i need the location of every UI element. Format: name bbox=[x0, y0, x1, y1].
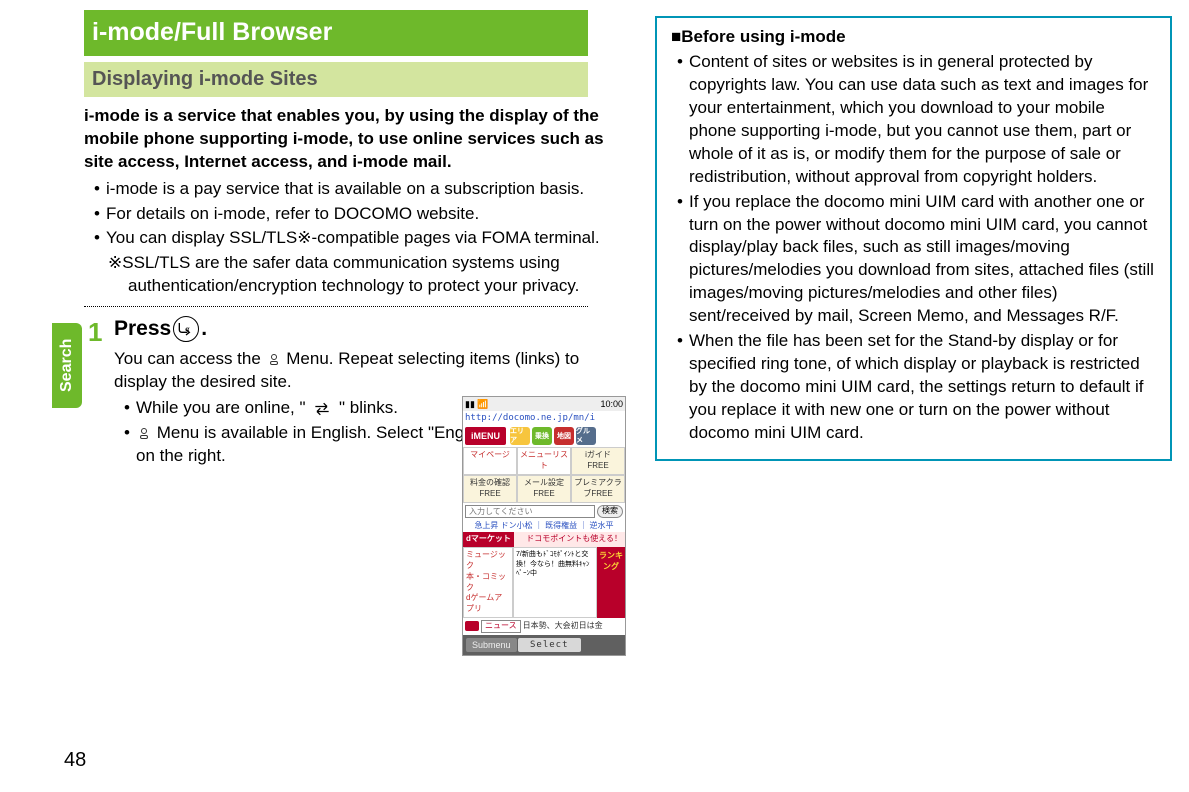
category-icon: エリア bbox=[510, 427, 530, 445]
imenu-button: iMENU bbox=[465, 427, 506, 445]
divider bbox=[84, 306, 588, 307]
right-callout-box: ■Before using i-mode • Content of sites … bbox=[655, 16, 1172, 461]
step-title: Press α . bbox=[114, 315, 627, 343]
bullet-dot: • bbox=[124, 397, 136, 420]
bullet-dot: • bbox=[677, 191, 689, 329]
d-market-label: dマーケット bbox=[463, 532, 514, 547]
phone-url-bar: http://docomo.ne.jp/mn/i bbox=[463, 411, 625, 425]
square-bullet-icon: ■ bbox=[671, 27, 681, 46]
right-heading-text: Before using i-mode bbox=[681, 27, 845, 46]
phone-grid-cell: メニューリスト bbox=[517, 447, 571, 475]
phone-grid-cell: 料金の確認FREE bbox=[463, 475, 517, 503]
select-button: Select bbox=[518, 638, 581, 652]
category-icon: グルメ bbox=[576, 427, 596, 445]
news-text: 日本勢、大会初日は金 bbox=[523, 621, 623, 632]
step-number: 1 bbox=[84, 315, 114, 350]
clock: 10:00 bbox=[600, 398, 623, 410]
right-heading: ■Before using i-mode bbox=[671, 26, 1156, 49]
sub-title: Displaying i-mode Sites bbox=[84, 62, 588, 97]
imenu-icon bbox=[268, 351, 280, 367]
page-number: 48 bbox=[64, 747, 86, 774]
intro-bullets: • i-mode is a pay service that is availa… bbox=[84, 178, 627, 299]
sub-text: " blinks. bbox=[339, 398, 398, 417]
bullet-text: For details on i-mode, refer to DOCOMO w… bbox=[106, 203, 627, 226]
rank-categories: ミュージック 本・コミック dゲームアプリ bbox=[463, 547, 513, 618]
svg-text:α: α bbox=[186, 324, 191, 333]
phone-menu-row: iMENU エリア 乗換 地図 グルメ bbox=[463, 425, 625, 447]
phone-grid-cell: iガイド FREE bbox=[571, 447, 625, 475]
bullet-text: i-mode is a pay service that is availabl… bbox=[106, 178, 627, 201]
category-icon: 地図 bbox=[554, 427, 574, 445]
bullet-text: Content of sites or websites is in gener… bbox=[689, 51, 1156, 189]
ranking-badge: ランキング bbox=[597, 547, 625, 618]
bullet-dot: • bbox=[677, 51, 689, 189]
list-item: • If you replace the docomo mini UIM car… bbox=[677, 191, 1156, 329]
phone-trending-links: 急上昇 ドン小松 ｜ 既得権益 ｜ 逆水平 bbox=[463, 520, 625, 533]
news-icon bbox=[465, 621, 479, 631]
list-item: • When the file has been set for the Sta… bbox=[677, 330, 1156, 445]
note-text: ※SSL/TLS are the safer data communicatio… bbox=[94, 252, 627, 298]
phone-grid-cell: プレミアクラブFREE bbox=[571, 475, 625, 503]
bullet-text: When the file has been set for the Stand… bbox=[689, 330, 1156, 445]
list-item: • You can display SSL/TLS※-compatible pa… bbox=[94, 227, 627, 250]
list-item: • For details on i-mode, refer to DOCOMO… bbox=[94, 203, 627, 226]
phone-grid-cell: メール設定FREE bbox=[517, 475, 571, 503]
bullet-text: If you replace the docomo mini UIM card … bbox=[689, 191, 1156, 329]
news-label: ニュース bbox=[481, 620, 521, 633]
rank-cat: 本・コミック bbox=[466, 572, 510, 594]
category-icon: 乗換 bbox=[532, 427, 552, 445]
rank-cat: ミュージック bbox=[466, 550, 510, 572]
press-suffix: . bbox=[201, 315, 207, 343]
bullet-dot: • bbox=[677, 330, 689, 445]
imenu-icon bbox=[138, 426, 150, 442]
sub-text: While you are online, " bbox=[136, 398, 306, 417]
list-item: • i-mode is a pay service that is availa… bbox=[94, 178, 627, 201]
bullet-dot: • bbox=[124, 422, 136, 468]
step-description: You can access the Menu. Repeat selectin… bbox=[114, 348, 627, 394]
rank-cat: dゲームアプリ bbox=[466, 593, 510, 615]
intro-text: i-mode is a service that enables you, by… bbox=[84, 105, 614, 174]
search-button: 検索 bbox=[597, 505, 623, 518]
bullet-dot: • bbox=[94, 203, 106, 226]
signal-icon: ▮▮ 📶 bbox=[465, 398, 489, 410]
bullet-text: You can display SSL/TLS※-compatible page… bbox=[106, 227, 627, 250]
phone-screenshot: ▮▮ 📶 10:00 http://docomo.ne.jp/mn/i iMEN… bbox=[462, 396, 626, 656]
step-desc-part: You can access the bbox=[114, 349, 266, 368]
bullet-dot: • bbox=[94, 227, 106, 250]
bullet-dot: • bbox=[94, 178, 106, 201]
d-market-text: ドコモポイントも使える！ bbox=[514, 532, 625, 547]
main-title: i-mode/Full Browser bbox=[84, 10, 588, 56]
submenu-button: Submenu bbox=[466, 638, 517, 652]
phone-grid-cell: マイページ bbox=[463, 447, 517, 475]
list-item: • Content of sites or websites is in gen… bbox=[677, 51, 1156, 189]
double-arrow-icon bbox=[312, 401, 332, 417]
phone-search-input bbox=[465, 505, 595, 518]
side-tab: Search bbox=[52, 323, 82, 408]
i-alpha-button-icon: α bbox=[173, 316, 199, 342]
rank-text: 7/新曲もﾄﾞｺﾓﾎﾟｲﾝﾄと交換！今なら！曲無料ｷｬﾝﾍﾟｰﾝ中 bbox=[513, 547, 597, 618]
press-label: Press bbox=[114, 315, 171, 343]
phone-status-bar: ▮▮ 📶 10:00 bbox=[463, 397, 625, 411]
